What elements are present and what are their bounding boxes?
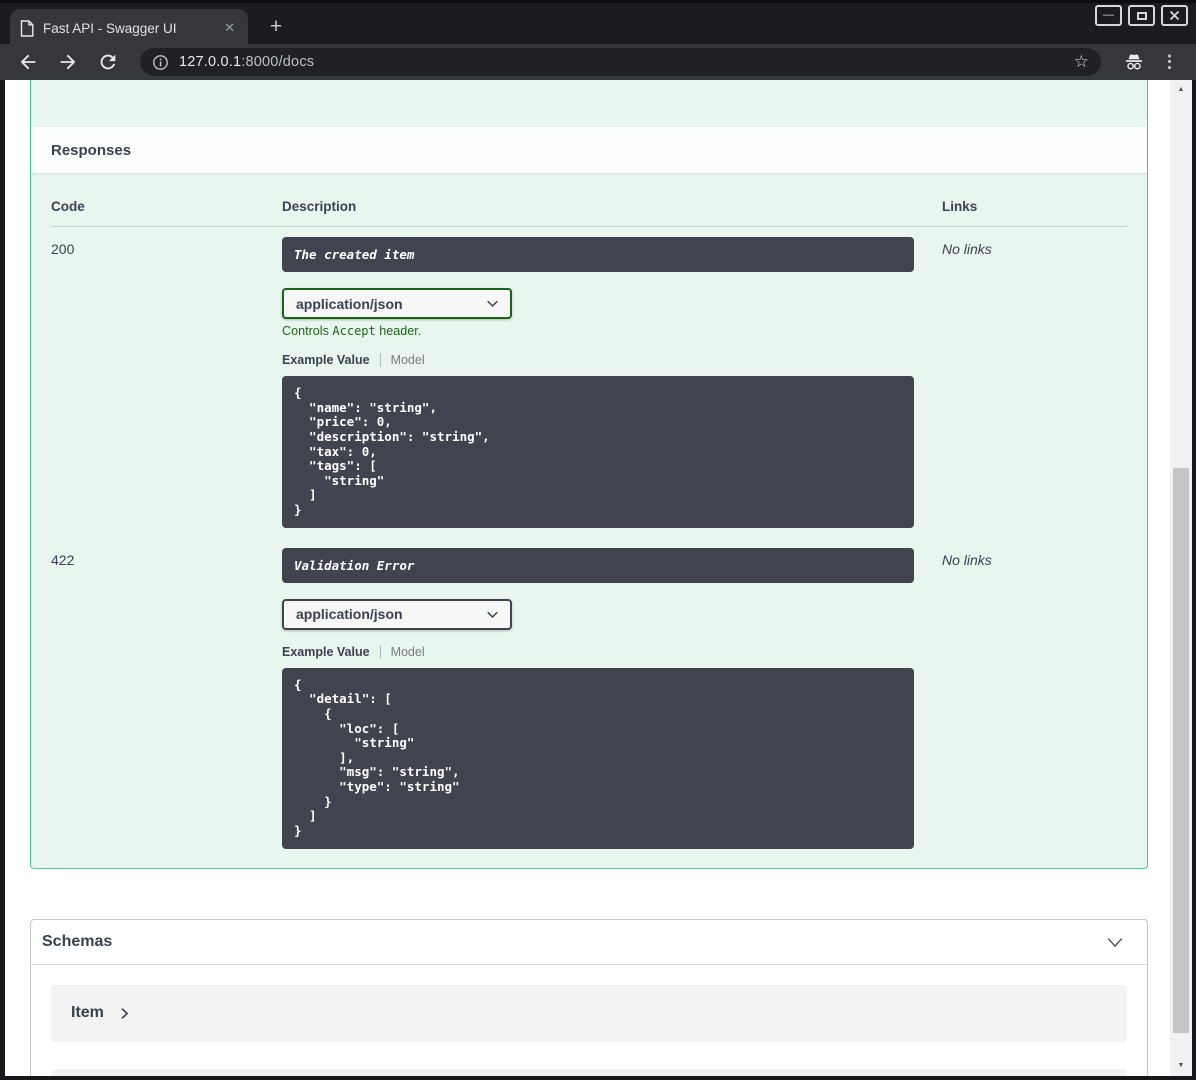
chevron-down-icon[interactable] [1105,932,1125,952]
page-scrollbar[interactable]: ▲ ▼ [1170,80,1192,1076]
example-model-tabs: Example Value Model [282,353,942,367]
chevron-right-icon [121,1007,129,1019]
opblock-body-spacer [31,80,1147,127]
scroll-down-icon[interactable]: ▼ [1170,1058,1192,1074]
url-path: :8000/docs [241,54,315,70]
tab-separator [379,353,381,367]
browser-toolbar: 127.0.0.1:8000/docs ☆ ⋮ [0,44,1196,80]
responses-table-header: Code Description Links [51,189,1127,227]
responses-section-header: Responses [31,127,1147,173]
media-type-value: application/json [296,606,403,623]
tab-close-icon[interactable]: ✕ [221,20,238,36]
model-validationerror[interactable]: ValidationError [51,1068,1127,1076]
tab-model[interactable]: Model [391,645,425,659]
chevron-down-icon [487,300,498,308]
model-name: Item [71,1004,104,1021]
swagger-page: Responses Code Description Links 200 The… [5,80,1170,1076]
forward-button[interactable] [57,51,79,73]
media-type-value: application/json [296,295,403,312]
response-links: No links [942,551,992,568]
example-json-422: { "detail": [ { "loc": [ "string" ], "ms… [282,667,914,849]
reload-button[interactable] [97,51,119,73]
close-button[interactable] [1161,5,1188,26]
tab-title: Fast API - Swagger UI [43,20,177,36]
opblock-responses-panel: Responses Code Description Links 200 The… [30,80,1148,869]
tab-example-value[interactable]: Example Value [282,645,370,659]
response-description-cell: The created item application/json Contro… [282,227,942,538]
header-description: Description [282,199,357,214]
tab-model[interactable]: Model [391,353,425,367]
schemas-title: Schemas [42,932,113,950]
response-code: 422 [51,551,75,568]
new-tab-button[interactable]: + [262,15,290,39]
schemas-header[interactable]: Schemas [31,920,1147,965]
example-json-200: { "name": "string", "price": 0, "descrip… [282,376,914,528]
header-links: Links [942,199,978,214]
browser-menu-icon[interactable]: ⋮ [1161,52,1178,72]
response-row-200: 200 The created item application/json Co… [51,227,1127,538]
bookmark-star-icon[interactable]: ☆ [1068,52,1095,72]
page-favicon-icon [20,19,34,37]
address-bar[interactable]: 127.0.0.1:8000/docs ☆ [140,48,1101,76]
response-description: Validation Error [282,547,914,583]
toolbar-right: ⋮ [1117,52,1184,72]
responses-title: Responses [51,141,132,159]
url-host: 127.0.0.1 [179,54,242,70]
scroll-up-icon[interactable]: ▲ [1170,82,1192,98]
chevron-down-icon [487,611,498,618]
media-type-select[interactable]: application/json [282,598,512,630]
back-button[interactable] [17,51,39,73]
example-model-tabs: Example Value Model [282,644,942,659]
browser-tab[interactable]: Fast API - Swagger UI ✕ [10,9,248,47]
schemas-section: Schemas Item ValidationError [30,918,1148,1076]
response-description-cell: Validation Error application/json Exampl… [282,538,942,849]
window-controls: — [1095,5,1188,26]
close-icon [1169,10,1180,21]
page-viewport: Responses Code Description Links 200 The… [5,80,1192,1076]
response-code: 200 [51,241,75,257]
maximize-icon [1136,11,1147,20]
schemas-model-list: Item ValidationError [31,965,1147,1076]
response-row-422: 422 Validation Error application/json Ex… [51,538,1127,849]
model-item[interactable]: Item [51,984,1127,1042]
minimize-icon: — [1103,9,1114,21]
controls-accept-note: Controls Accept header. [282,324,422,338]
response-links: No links [942,241,992,257]
tab-separator [379,644,381,659]
browser-window: Fast API - Swagger UI ✕ + — 127.0.0.1:80… [0,0,1196,1080]
tab-example-value[interactable]: Example Value [282,353,370,367]
incognito-icon [1125,54,1143,70]
url-text[interactable]: 127.0.0.1:8000/docs [179,54,1058,70]
site-info-icon[interactable] [152,54,169,71]
scrollbar-thumb[interactable] [1173,468,1189,1033]
maximize-button[interactable] [1128,5,1155,26]
minimize-button[interactable]: — [1095,5,1122,26]
tab-strip: Fast API - Swagger UI ✕ + — [0,0,1196,47]
responses-table: Code Description Links 200 The created i… [31,173,1147,868]
header-code: Code [51,199,85,214]
response-description: The created item [282,237,914,272]
media-type-select[interactable]: application/json [282,288,512,319]
